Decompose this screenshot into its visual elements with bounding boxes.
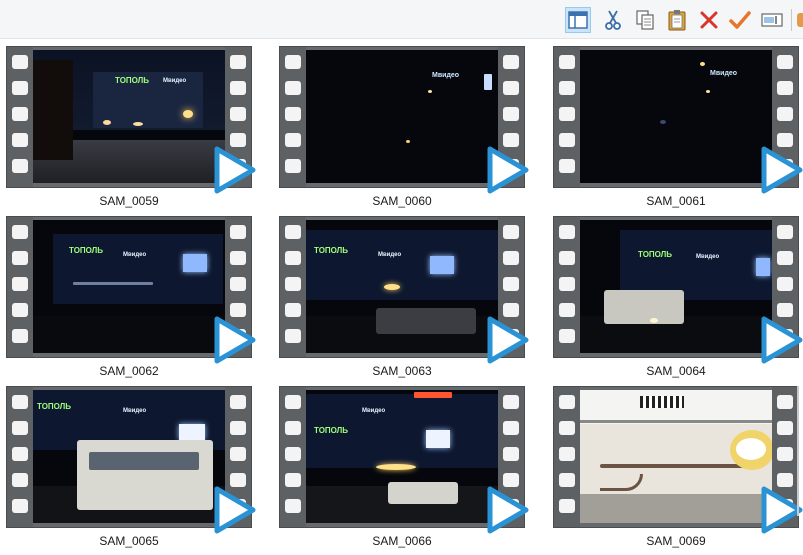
video-thumbnail[interactable]: Мвидео [553, 46, 803, 194]
rename-button[interactable] [759, 7, 785, 33]
file-tile[interactable]: Мвидео SAM_0060 [275, 38, 529, 208]
file-name: SAM_0061 [646, 194, 706, 208]
checkmark-icon [729, 11, 751, 29]
file-name: SAM_0062 [99, 364, 159, 378]
film-strip-left [554, 217, 580, 357]
copy-icon [636, 10, 654, 30]
video-thumbnail[interactable]: ТОПОЛЬ Мвидео [6, 46, 256, 194]
video-frame: ТОПОЛЬ Мвидео [306, 220, 498, 353]
video-thumbnail[interactable]: ТОПОЛЬ Мвидео [553, 216, 803, 364]
film-strip-left [7, 47, 33, 187]
film-strip-left [7, 387, 33, 527]
play-icon [487, 486, 529, 534]
file-name: SAM_0060 [372, 194, 432, 208]
toolbar-separator [791, 9, 792, 31]
paste-icon [668, 10, 686, 31]
video-thumbnail[interactable]: ТОПОЛЬ Мвидео [279, 386, 529, 534]
checkmark-button[interactable] [727, 7, 753, 33]
video-thumbnail[interactable]: Мвидео [279, 46, 529, 194]
thumbnail-grid: ТОПОЛЬ Мвидео SAM_0059 Мвидео SAM_0060 М… [0, 38, 803, 555]
file-tile[interactable]: ТОПОЛЬ Мвидео SAM_0065 [2, 378, 256, 548]
video-frame: ТОПОЛЬ Мвидео [33, 390, 225, 523]
file-tile[interactable]: SAM_0069 [549, 378, 803, 548]
file-name: SAM_0059 [99, 194, 159, 208]
play-icon [214, 146, 256, 194]
video-frame: Мвидео [580, 50, 772, 183]
play-icon [761, 316, 803, 364]
video-thumbnail[interactable] [553, 386, 803, 534]
file-tile[interactable]: Мвидео SAM_0061 [549, 38, 803, 208]
file-tile[interactable]: ТОПОЛЬ Мвидео SAM_0063 [275, 208, 529, 378]
file-tile[interactable]: ТОПОЛЬ Мвидео SAM_0059 [2, 38, 256, 208]
video-thumbnail[interactable]: ТОПОЛЬ Мвидео [279, 216, 529, 364]
video-frame: ТОПОЛЬ Мвидео [306, 390, 498, 523]
film-strip-left [554, 47, 580, 187]
file-name: SAM_0063 [372, 364, 432, 378]
delete-button[interactable] [696, 7, 722, 33]
film-strip-left [280, 217, 306, 357]
toolbar [0, 0, 803, 39]
film-strip-left [7, 217, 33, 357]
delete-icon [700, 11, 718, 29]
video-frame: ТОПОЛЬ Мвидео [33, 220, 225, 353]
file-name: SAM_0069 [646, 534, 706, 548]
file-name: SAM_0065 [99, 534, 159, 548]
video-frame: ТОПОЛЬ Мвидео [580, 220, 772, 353]
play-icon [214, 486, 256, 534]
overflow-icon[interactable] [797, 13, 803, 27]
film-strip-left [554, 387, 580, 527]
video-frame [580, 390, 772, 523]
video-frame: ТОПОЛЬ Мвидео [33, 50, 225, 183]
file-tile[interactable]: ТОПОЛЬ Мвидео SAM_0064 [549, 208, 803, 378]
file-tile[interactable]: ТОПОЛЬ Мвидео SAM_0066 [275, 378, 529, 548]
selection-edge [797, 386, 803, 516]
copy-button[interactable] [632, 7, 658, 33]
video-thumbnail[interactable]: ТОПОЛЬ Мвидео [6, 216, 256, 364]
play-icon [761, 146, 803, 194]
video-frame: Мвидео [306, 50, 498, 183]
film-strip-left [280, 387, 306, 527]
play-icon [487, 316, 529, 364]
rename-icon [761, 13, 783, 27]
film-strip-left [280, 47, 306, 187]
file-name: SAM_0064 [646, 364, 706, 378]
layout-pane-icon [568, 11, 588, 29]
cut-icon [605, 10, 621, 30]
layout-pane-button[interactable] [565, 7, 591, 33]
play-icon [487, 146, 529, 194]
video-thumbnail[interactable]: ТОПОЛЬ Мвидео [6, 386, 256, 534]
file-tile[interactable]: ТОПОЛЬ Мвидео SAM_0062 [2, 208, 256, 378]
cut-button[interactable] [600, 7, 626, 33]
file-name: SAM_0066 [372, 534, 432, 548]
play-icon [214, 316, 256, 364]
paste-button[interactable] [664, 7, 690, 33]
